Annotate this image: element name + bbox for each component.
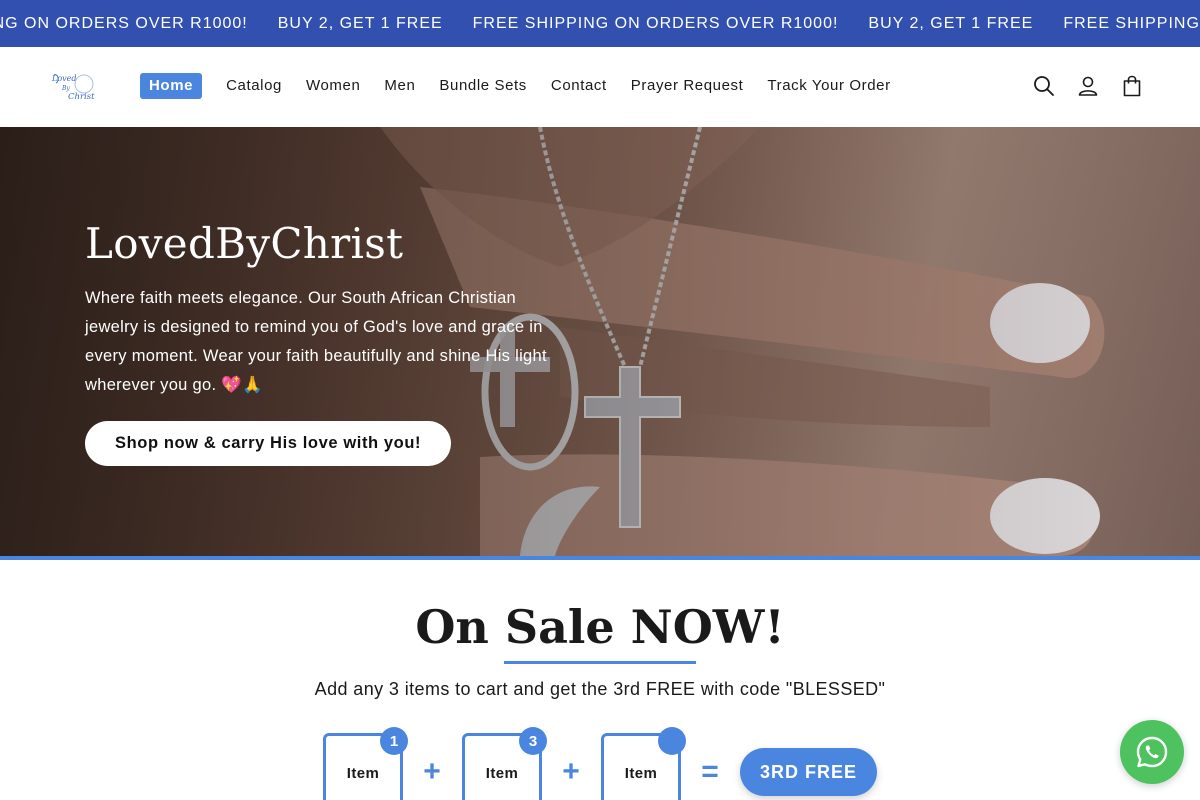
hero-title: LovedByChrist [85, 219, 404, 268]
whatsapp-icon [1136, 736, 1168, 768]
sale-title-underline [504, 661, 696, 664]
plus-sign: + [562, 755, 580, 788]
site-header: Loved By Christ Home Catalog Women Men B… [0, 47, 1200, 127]
sale-subtitle: Add any 3 items to cart and get the 3rd … [314, 679, 886, 699]
third-free-pill: 3RD FREE [740, 748, 877, 796]
announcement-bar: FREE SHIPPING ON ORDERS OVER R1000! BUY … [0, 0, 1200, 47]
promo-badge [658, 727, 686, 755]
nav-women[interactable]: Women [306, 73, 360, 99]
main-nav: Home Catalog Women Men Bundle Sets Conta… [140, 73, 915, 99]
nav-contact[interactable]: Contact [551, 73, 607, 99]
plus-sign: + [423, 755, 441, 788]
promo-item-label: Item [624, 765, 658, 782]
brand-logo[interactable]: Loved By Christ [48, 69, 104, 105]
nav-catalog[interactable]: Catalog [226, 73, 282, 99]
announcement-item: BUY 2, GET 1 FREE [868, 14, 1034, 32]
promo-badge: 1 [380, 727, 408, 755]
promo-item-label: Item [485, 765, 519, 782]
nav-home[interactable]: Home [140, 73, 203, 99]
search-icon[interactable] [1032, 74, 1056, 98]
nav-men[interactable]: Men [384, 73, 415, 99]
sale-title: On Sale NOW! [415, 600, 785, 654]
equals-sign: = [701, 755, 719, 788]
announcement-item: FREE SHIPPING ON ORDERS OVER R1000! [0, 14, 248, 32]
announcement-track: FREE SHIPPING ON ORDERS OVER R1000! BUY … [0, 0, 1200, 47]
nav-bundle-sets[interactable]: Bundle Sets [439, 73, 527, 99]
announcement-item: FREE SHIPPING ON ORDERS OVER R1000! [472, 14, 839, 32]
announcement-item: BUY 2, GET 1 FREE [277, 14, 443, 32]
header-actions [1032, 74, 1144, 98]
whatsapp-chat-button[interactable] [1120, 720, 1184, 784]
nav-track-order[interactable]: Track Your Order [767, 73, 890, 99]
hero-description: Where faith meets elegance. Our South Af… [85, 289, 547, 394]
promo-badge: 3 [519, 727, 547, 755]
shop-now-button[interactable]: Shop now & carry His love with you! [85, 421, 452, 466]
section-divider [0, 556, 1200, 560]
nav-prayer-request[interactable]: Prayer Request [631, 73, 744, 99]
svg-text:Christ: Christ [68, 92, 95, 102]
cart-icon[interactable] [1120, 74, 1144, 98]
account-icon[interactable] [1076, 74, 1100, 98]
promo-item-label: Item [346, 765, 380, 782]
hero-banner: LovedByChrist Where faith meets elegance… [0, 127, 1200, 556]
announcement-item: FREE SHIPPING ON ORDERS OVER R1000! [1063, 14, 1200, 32]
svg-text:Loved: Loved [51, 74, 77, 83]
svg-text:By: By [61, 85, 70, 92]
